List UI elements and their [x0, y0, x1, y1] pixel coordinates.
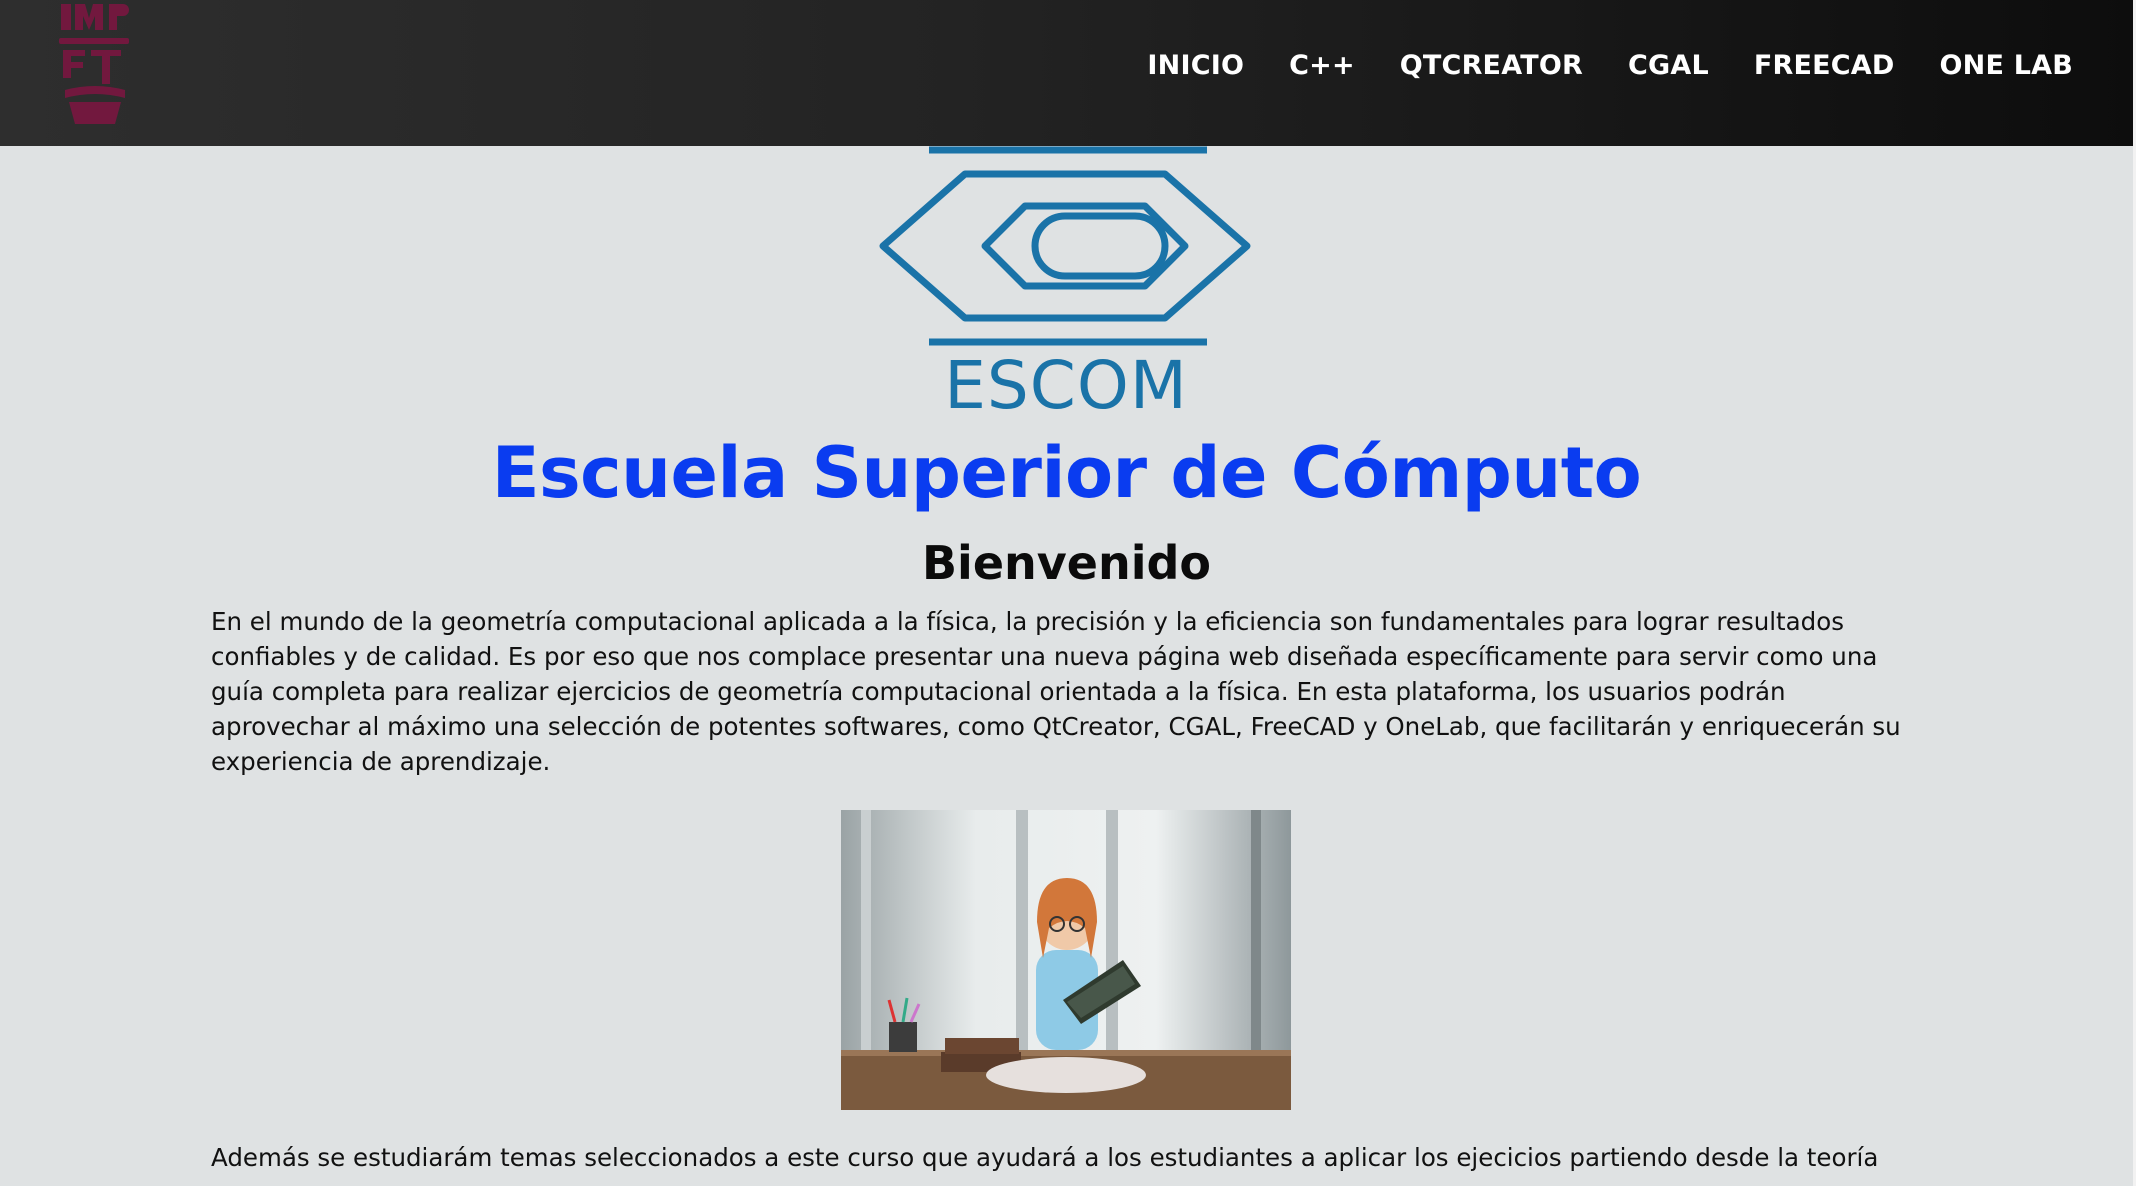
nav-link-cgal[interactable]: CGAL	[1628, 50, 1709, 81]
navbar: INICIO C++ QTCREATOR CGAL FREECAD ONE LA…	[0, 0, 2133, 146]
intro-paragraph: En el mundo de la geometría computaciona…	[211, 607, 1901, 776]
escom-wordmark: ESCOM	[944, 347, 1188, 414]
secondary-paragraph: Además se estudiarám temas seleccionados…	[211, 1143, 1879, 1172]
nav-link-freecad[interactable]: FREECAD	[1754, 50, 1895, 81]
page-title: Escuela Superior de Cómputo	[491, 432, 1642, 514]
nav-link-inicio[interactable]: INICIO	[1147, 50, 1244, 81]
escom-logo: ESCOM	[879, 146, 1251, 414]
page: INICIO C++ QTCREATOR CGAL FREECAD ONE LA…	[0, 0, 2136, 1186]
nav-link-qtcreator[interactable]: QTCREATOR	[1400, 50, 1583, 81]
welcome-heading: Bienvenido	[921, 536, 1211, 590]
nav-link-cpp[interactable]: C++	[1289, 50, 1355, 81]
nav-link-one-lab[interactable]: ONE LAB	[1940, 50, 2073, 81]
girl-reading-book-photo	[841, 810, 1291, 1110]
ipn-logo-icon[interactable]	[55, 0, 135, 132]
main-nav: INICIO C++ QTCREATOR CGAL FREECAD ONE LA…	[1147, 50, 2073, 81]
